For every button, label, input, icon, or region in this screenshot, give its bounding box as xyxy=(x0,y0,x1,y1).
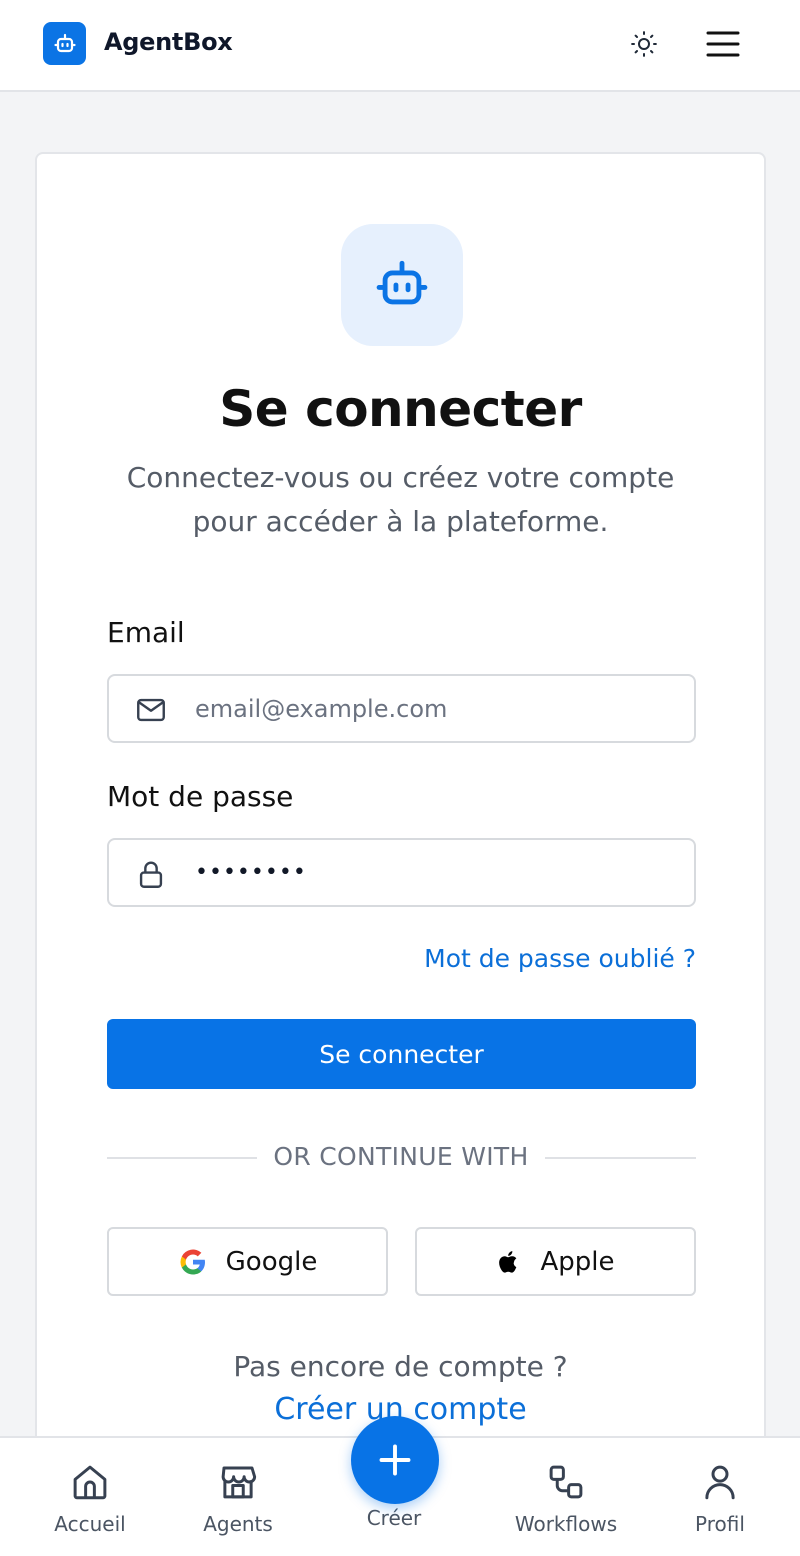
robot-icon xyxy=(376,260,428,305)
lock-icon xyxy=(133,856,169,892)
app-name: AgentBox xyxy=(104,28,233,56)
password-label: Mot de passe xyxy=(107,780,294,813)
apple-label: Apple xyxy=(540,1246,615,1277)
theme-toggle-button[interactable] xyxy=(625,25,663,63)
nav-item-workflows[interactable]: Workflows xyxy=(506,1438,626,1556)
password-input[interactable] xyxy=(195,840,685,905)
nav-label-profile: Profil xyxy=(695,1512,745,1536)
store-icon xyxy=(216,1460,260,1504)
user-icon xyxy=(698,1460,742,1504)
nav-item-agents[interactable]: Agents xyxy=(188,1438,288,1556)
home-icon xyxy=(68,1460,112,1504)
login-card: Se connecter Connectez-vous ou créez vot… xyxy=(35,152,766,1472)
google-label: Google xyxy=(225,1246,318,1277)
nav-label-create: Créer xyxy=(366,1506,422,1530)
nav-item-profile[interactable]: Profil xyxy=(670,1438,770,1556)
nav-label-agents: Agents xyxy=(203,1512,273,1536)
google-icon xyxy=(180,1249,205,1274)
no-account-text: Pas encore de compte ? xyxy=(233,1350,568,1383)
menu-button[interactable] xyxy=(702,24,744,64)
page-title: Se connecter xyxy=(219,380,582,438)
divider-line-left xyxy=(107,1157,257,1159)
hamburger-menu-icon xyxy=(706,31,740,57)
workflow-icon xyxy=(544,1460,588,1504)
apple-sign-in-button[interactable]: Apple xyxy=(415,1227,696,1296)
top-bar: AgentBox xyxy=(0,0,800,92)
nav-item-home[interactable]: Accueil xyxy=(40,1438,140,1556)
app-logo[interactable] xyxy=(43,22,86,65)
password-field-wrapper xyxy=(107,838,696,907)
divider-text: OR CONTINUE WITH xyxy=(273,1142,529,1171)
email-label: Email xyxy=(107,616,185,649)
google-sign-in-button[interactable]: Google xyxy=(107,1227,388,1296)
divider-line-right xyxy=(545,1157,696,1159)
apple-icon xyxy=(499,1250,517,1273)
nav-label-workflows: Workflows xyxy=(514,1512,618,1536)
nav-label-home: Accueil xyxy=(54,1512,126,1536)
sign-in-button[interactable]: Se connecter xyxy=(107,1019,696,1089)
hero-icon-badge xyxy=(341,224,463,346)
forgot-password-link[interactable]: Mot de passe oublié ? xyxy=(377,944,696,973)
plus-icon xyxy=(379,1444,411,1476)
create-fab-button[interactable] xyxy=(351,1416,439,1504)
sun-icon xyxy=(631,31,657,57)
email-input[interactable] xyxy=(195,676,685,741)
robot-icon xyxy=(53,33,76,52)
page-subtitle: Connectez-vous ou créez votre compte pou… xyxy=(126,461,675,538)
mail-icon xyxy=(133,692,169,728)
email-field-wrapper xyxy=(107,674,696,743)
